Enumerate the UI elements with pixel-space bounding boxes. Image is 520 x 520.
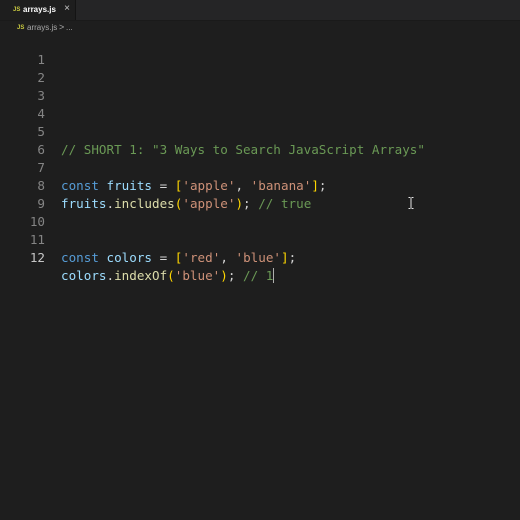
text-cursor xyxy=(273,268,275,283)
chevron-right-icon: > xyxy=(59,22,65,32)
breadcrumb-file[interactable]: arrays.js xyxy=(27,23,57,33)
code-string: 'blue' xyxy=(174,268,221,283)
code-line: 1 xyxy=(0,33,520,67)
breadcrumb-symbols[interactable]: ... xyxy=(66,23,73,33)
code-punctuation: , xyxy=(220,250,228,265)
code-bracket: ] xyxy=(281,250,289,265)
code-line: 6 xyxy=(0,123,520,157)
code-line: 12 colors.indexOf('blue'); // 1 xyxy=(0,231,520,283)
code-paren: ( xyxy=(167,268,175,283)
code-comment: // 1 xyxy=(243,268,274,283)
javascript-file-icon: JS xyxy=(17,25,25,31)
code-punctuation: . xyxy=(106,268,115,283)
code-line: 7 const fruits = ['apple', 'banana']; xyxy=(0,141,520,193)
code-keyword: const xyxy=(61,250,99,265)
code-line: 10 xyxy=(0,195,520,229)
code-paren: ) xyxy=(220,268,228,283)
javascript-file-icon: JS xyxy=(13,7,21,13)
code-line: 4 xyxy=(0,87,520,121)
code-line: 8 fruits.includes('apple'); // true xyxy=(0,159,520,211)
code-text: colors.indexOf('blue'); // 1 xyxy=(61,267,275,285)
tab-arrays-js[interactable]: JS arrays.js × xyxy=(0,0,76,20)
code-line: 5 // SHORT 1: "3 Ways to Search JavaScri… xyxy=(0,105,520,157)
code-variable: colors xyxy=(106,250,153,265)
code-line: 3 xyxy=(0,69,520,103)
code-string: 'blue' xyxy=(235,250,282,265)
ibeam-cursor-icon xyxy=(408,197,414,209)
code-punctuation: ; xyxy=(288,250,297,265)
code-line: 2 xyxy=(0,51,520,85)
close-icon[interactable]: × xyxy=(62,4,72,14)
code-line: 11 const colors = ['red', 'blue']; xyxy=(0,213,520,265)
code-punctuation: ; xyxy=(227,268,236,283)
code-string: 'red' xyxy=(182,250,221,265)
code-function: indexOf xyxy=(114,268,168,283)
code-editor[interactable]: 1 2 3 4 5 // SHORT 1: "3 Ways to Search … xyxy=(0,33,520,520)
code-line: 9 xyxy=(0,177,520,211)
code-text: const colors = ['red', 'blue']; xyxy=(61,249,296,267)
tab-bar: JS arrays.js × xyxy=(0,0,520,21)
editor-window: JS arrays.js × JS arrays.js > ... 1 2 3 … xyxy=(0,0,520,520)
line-number: 12 xyxy=(29,250,45,265)
tab-title: arrays.js xyxy=(23,5,56,14)
code-operator: = xyxy=(159,250,168,265)
code-variable: colors xyxy=(61,268,107,283)
